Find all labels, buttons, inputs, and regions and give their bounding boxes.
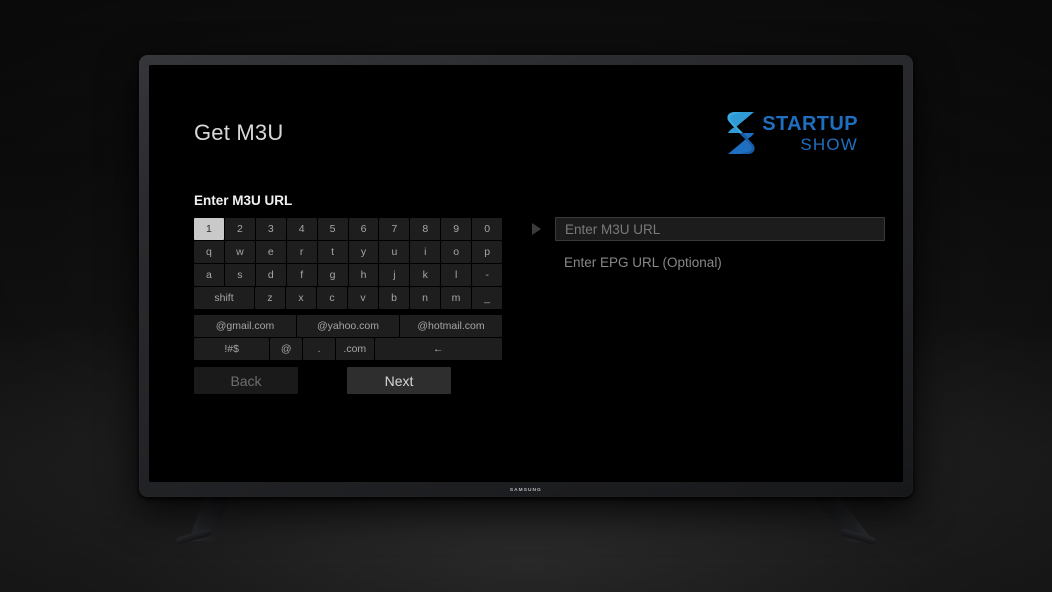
key-0[interactable]: 0	[472, 218, 503, 240]
next-button[interactable]: Next	[347, 367, 451, 394]
key-z[interactable]: z	[255, 287, 285, 309]
key-9[interactable]: 9	[441, 218, 472, 240]
key-c[interactable]: c	[317, 287, 347, 309]
key-[interactable]: -	[472, 264, 503, 286]
key-j[interactable]: j	[379, 264, 410, 286]
key-x[interactable]: x	[286, 287, 316, 309]
startup-show-logo-text: STARTUP SHOW	[762, 114, 858, 153]
epg-url-input[interactable]: Enter EPG URL (Optional)	[555, 250, 885, 274]
key-v[interactable]: v	[348, 287, 378, 309]
key-q[interactable]: q	[194, 241, 224, 263]
keyboard-domain-row: @gmail.com @yahoo.com @hotmail.com	[194, 315, 502, 337]
m3u-url-row: Enter M3U URL	[532, 217, 885, 241]
logo-word-show: SHOW	[800, 134, 858, 154]
key-2[interactable]: 2	[224, 218, 255, 240]
startup-show-s-icon	[727, 112, 755, 154]
key-k[interactable]: k	[410, 264, 441, 286]
television-brand-label: SAMSUNG	[510, 486, 542, 493]
key-shift[interactable]: shift	[194, 287, 254, 309]
key-w[interactable]: w	[224, 241, 255, 263]
television-body: Get M3U STARTUP SHOW Enter M3U URL 1 2 3…	[139, 55, 913, 497]
key-7[interactable]: 7	[379, 218, 410, 240]
key-5[interactable]: 5	[317, 218, 348, 240]
key-[interactable]: @	[270, 338, 303, 360]
key-n[interactable]: n	[410, 287, 440, 309]
key-a[interactable]: a	[194, 264, 224, 286]
key-r[interactable]: r	[286, 241, 317, 263]
key-h[interactable]: h	[348, 264, 379, 286]
play-triangle-caret-icon	[532, 223, 541, 235]
key-yahoo-com[interactable]: @yahoo.com	[297, 315, 399, 337]
key-gmail-com[interactable]: @gmail.com	[194, 315, 296, 337]
key-[interactable]: .	[303, 338, 335, 360]
key-6[interactable]: 6	[348, 218, 379, 240]
key-3[interactable]: 3	[255, 218, 286, 240]
key-[interactable]: _	[472, 287, 502, 309]
television-chin: SAMSUNG	[139, 482, 913, 497]
key-[interactable]: !#$	[194, 338, 270, 360]
key-s[interactable]: s	[224, 264, 255, 286]
onscreen-keyboard[interactable]: 1 2 3 4 5 6 7 8 9 0 q w e r t y u i o p a s d f g h j k l - shift z x c v b…	[194, 218, 503, 361]
key-i[interactable]: i	[410, 241, 441, 263]
key-com[interactable]: .com	[335, 338, 374, 360]
television-screen: Get M3U STARTUP SHOW Enter M3U URL 1 2 3…	[149, 65, 903, 482]
key-l[interactable]: l	[441, 264, 472, 286]
url-input-column: Enter M3U URL Enter EPG URL (Optional)	[532, 217, 885, 274]
input-spacer	[555, 241, 885, 250]
keyboard-number-row: 1234567890	[194, 218, 503, 240]
keyboard-shift-row: shift z x c v b n m _	[194, 287, 502, 309]
key-1[interactable]: 1	[194, 218, 224, 240]
m3u-url-input[interactable]: Enter M3U URL	[555, 217, 885, 241]
action-buttons: Back Next	[194, 367, 451, 394]
key-m[interactable]: m	[441, 287, 471, 309]
key-u[interactable]: u	[379, 241, 410, 263]
key-g[interactable]: g	[317, 264, 348, 286]
key-hotmail-com[interactable]: @hotmail.com	[400, 315, 502, 337]
key-f[interactable]: f	[286, 264, 317, 286]
key-b[interactable]: b	[379, 287, 409, 309]
key-o[interactable]: o	[441, 241, 472, 263]
app-root: Get M3U STARTUP SHOW Enter M3U URL 1 2 3…	[149, 65, 903, 482]
key-y[interactable]: y	[348, 241, 379, 263]
key-p[interactable]: p	[472, 241, 503, 263]
keyboard-qwerty-row: qwertyuiop	[194, 241, 503, 263]
epg-url-row: Enter EPG URL (Optional)	[555, 250, 885, 274]
key-t[interactable]: t	[317, 241, 348, 263]
key-e[interactable]: e	[255, 241, 286, 263]
key-[interactable]: ←	[374, 338, 502, 360]
scene: Get M3U STARTUP SHOW Enter M3U URL 1 2 3…	[0, 0, 1052, 592]
key-8[interactable]: 8	[410, 218, 441, 240]
keyboard-symbol-row: !#$ @. .com ←	[194, 338, 502, 360]
page-title: Get M3U	[194, 120, 284, 145]
key-d[interactable]: d	[255, 264, 286, 286]
back-button[interactable]: Back	[194, 367, 298, 394]
keyboard-home-row: asdfghjkl-	[194, 264, 503, 286]
key-4[interactable]: 4	[286, 218, 317, 240]
section-label: Enter M3U URL	[194, 193, 293, 208]
startup-show-logo: STARTUP SHOW	[726, 110, 858, 156]
logo-word-startup: STARTUP	[762, 112, 858, 135]
